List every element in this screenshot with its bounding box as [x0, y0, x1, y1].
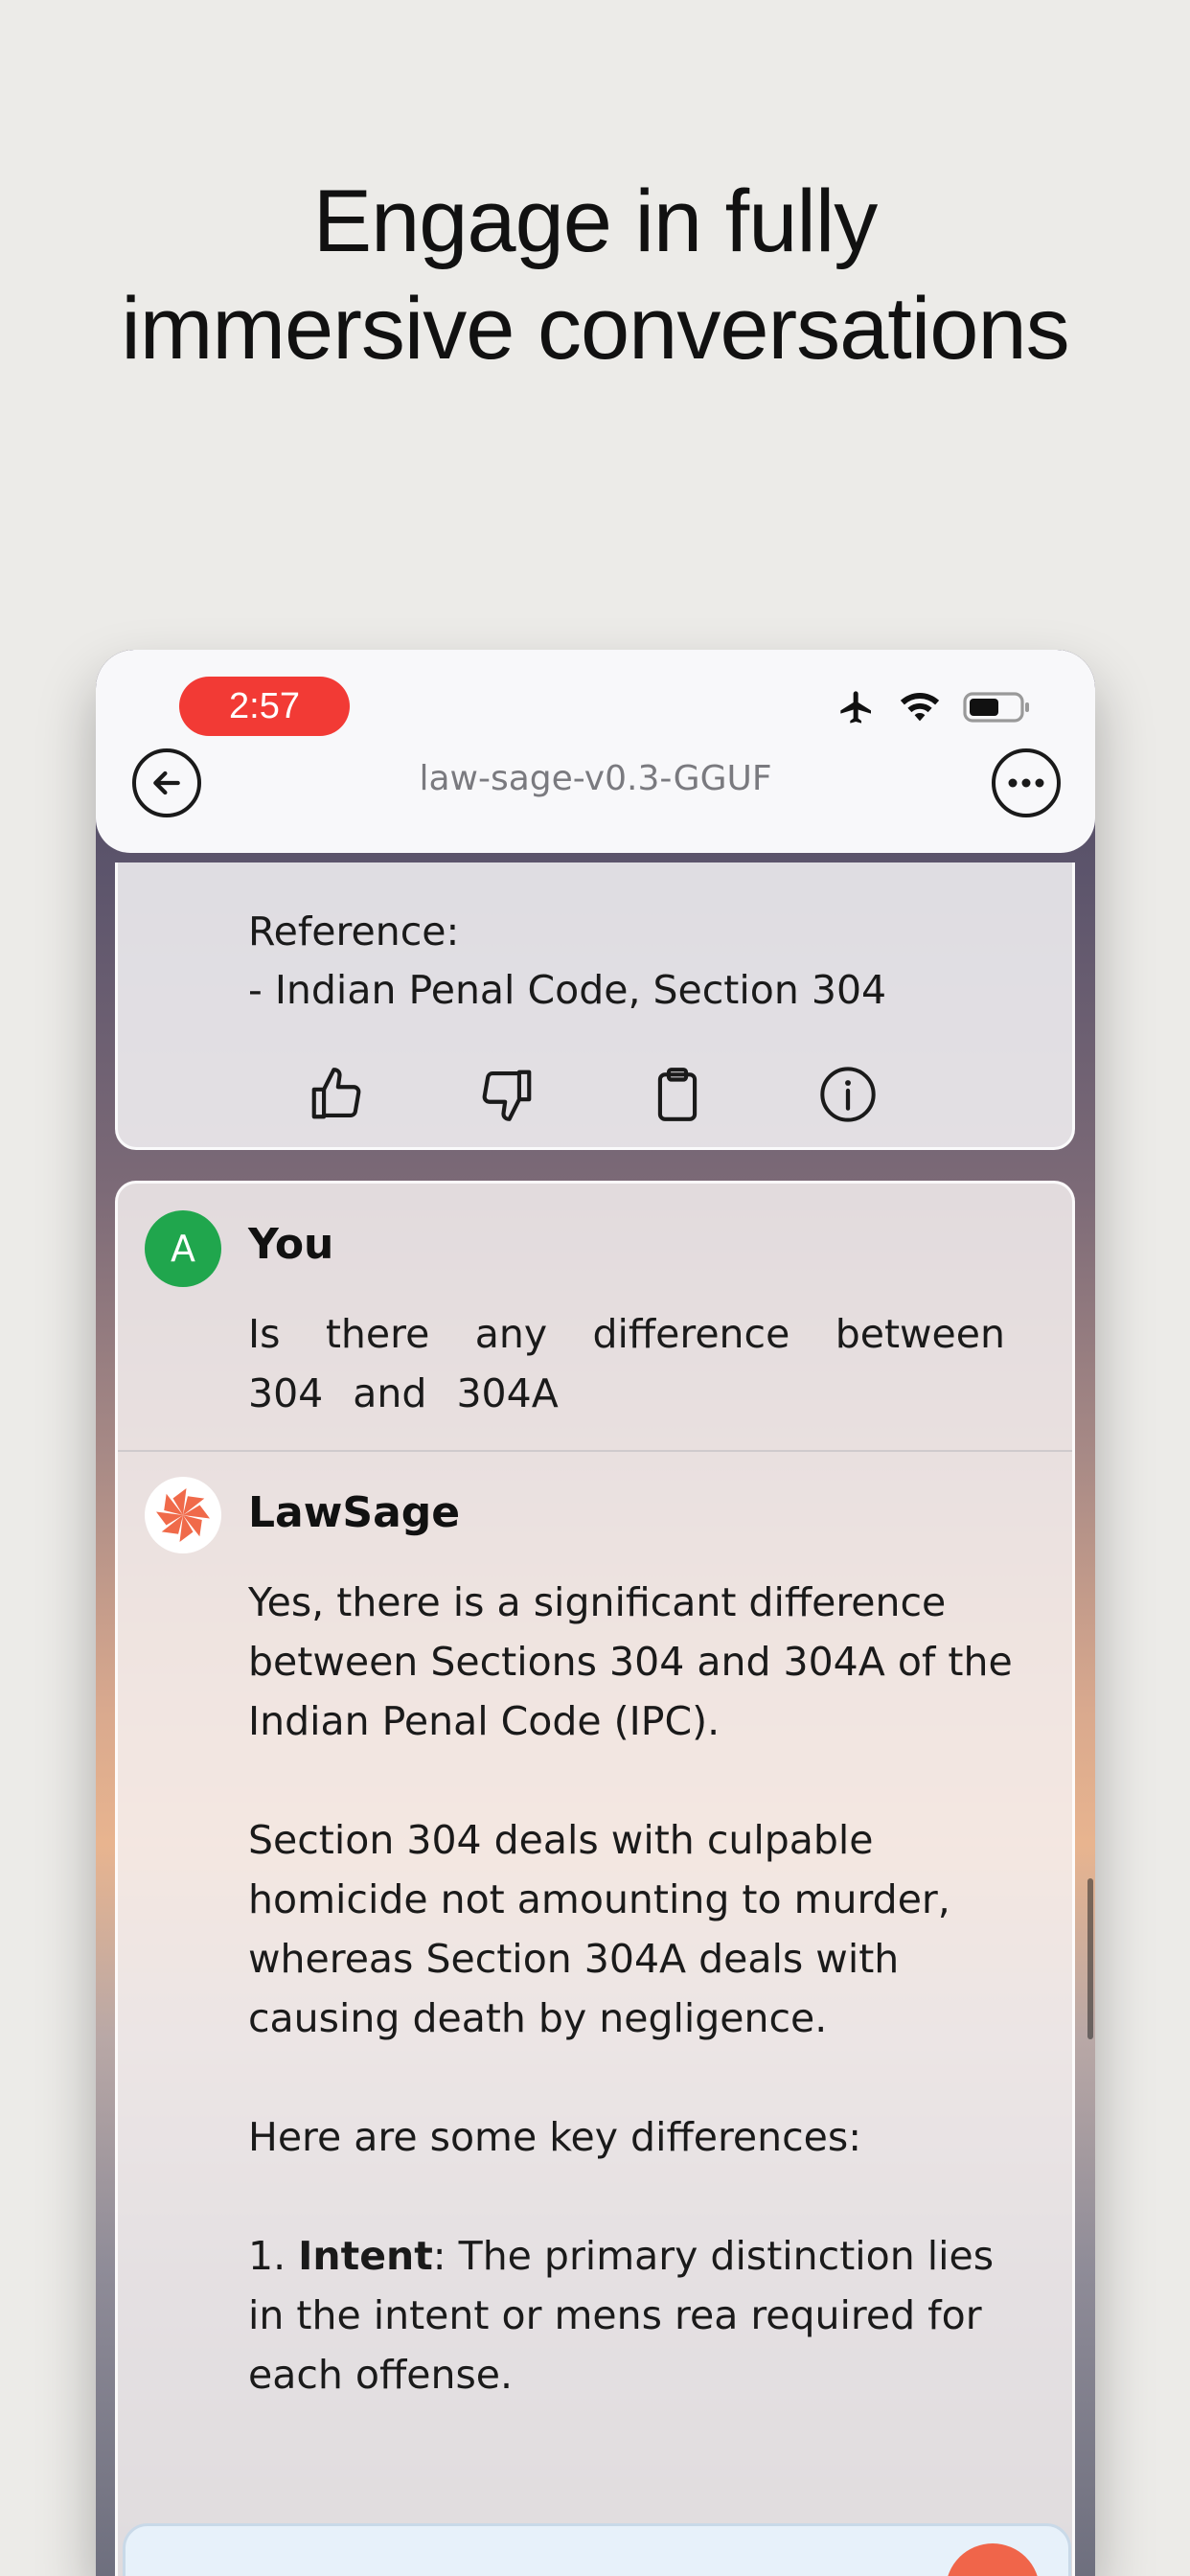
info-icon: [820, 1067, 876, 1122]
wifi-icon: [898, 690, 942, 728]
message-actions: [306, 1064, 879, 1125]
phone-screen: 2:57 law-sage-v0.3-GGUF Reference: - Ind…: [96, 650, 1095, 2576]
battery-icon: [963, 690, 1032, 728]
status-icons: [836, 690, 1032, 728]
send-button[interactable]: [946, 2543, 1040, 2576]
message-composer[interactable]: [123, 2523, 1071, 2576]
previous-message-card: Reference: - Indian Penal Code, Section …: [115, 862, 1075, 1150]
thumbs-up-icon: [311, 1068, 361, 1119]
reference-block: Reference: - Indian Penal Code, Section …: [248, 903, 886, 1020]
bot-paragraph-3: Here are some key differences:: [248, 2114, 862, 2160]
user-message: A You Is there any difference between 30…: [118, 1184, 1072, 1452]
lawsage-logo-icon: [145, 1477, 221, 1553]
conversation-card: A You Is there any difference between 30…: [115, 1181, 1075, 2576]
bot-name: LawSage: [248, 1488, 461, 1537]
bot-paragraph-4: 1. Intent: The primary distinction lies …: [248, 2226, 1015, 2404]
thumbs-down-icon: [482, 1070, 532, 1121]
list-term: Intent: [298, 2233, 433, 2279]
thumbs-up-button[interactable]: [306, 1064, 367, 1125]
user-avatar: A: [145, 1210, 221, 1287]
thumbs-down-button[interactable]: [476, 1064, 538, 1125]
model-title: law-sage-v0.3-GGUF: [419, 759, 772, 798]
bot-paragraph-1: Yes, there is a significant difference b…: [248, 1579, 1013, 1744]
user-name: You: [248, 1220, 334, 1269]
headline: Engage in fully immersive conversations: [0, 168, 1190, 382]
clipboard-icon: [657, 1068, 698, 1121]
bot-message: LawSage Yes, there is a significant diff…: [118, 1452, 1072, 2576]
bot-paragraph-2: Section 304 deals with culpable homicide…: [248, 1817, 950, 2041]
user-message-text: Is there any difference between 304 and …: [248, 1311, 1005, 1416]
more-options-button[interactable]: [992, 748, 1061, 817]
status-time: 2:57: [179, 677, 350, 736]
more-icon: [1008, 778, 1044, 788]
airplane-icon: [836, 688, 877, 730]
top-bar: 2:57 law-sage-v0.3-GGUF: [96, 650, 1095, 853]
reference-label: Reference:: [248, 908, 460, 954]
list-number: 1.: [248, 2233, 299, 2279]
scrollbar[interactable]: [1087, 1878, 1093, 2039]
headline-line-1: Engage in fully: [312, 172, 879, 270]
copy-button[interactable]: [647, 1064, 708, 1125]
bot-message-text: Yes, there is a significant difference b…: [248, 1573, 1015, 2404]
headline-line-2: immersive conversations: [121, 280, 1069, 378]
info-button[interactable]: [817, 1064, 879, 1125]
reference-item: - Indian Penal Code, Section 304: [248, 967, 887, 1013]
